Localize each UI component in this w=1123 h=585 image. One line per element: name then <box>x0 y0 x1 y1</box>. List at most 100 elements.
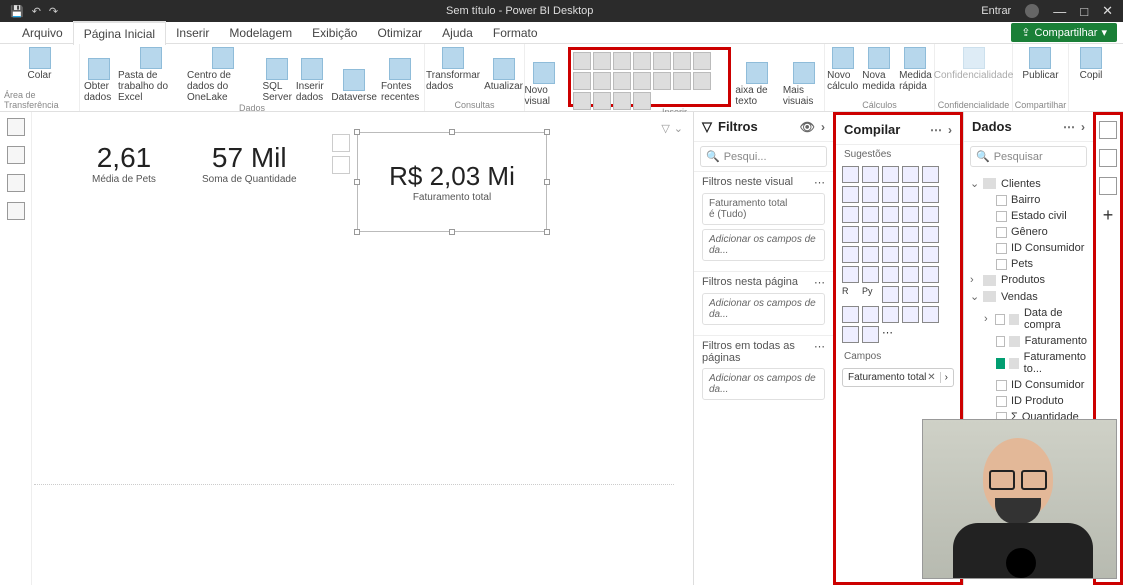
brush-icon[interactable] <box>332 156 350 174</box>
table-icon <box>983 291 996 302</box>
collapse-icon[interactable]: › <box>821 120 825 134</box>
visual-type-grid[interactable]: RPy ⋯ <box>836 162 960 347</box>
quick-measure-button[interactable]: Medida rápida <box>899 47 932 92</box>
table-icon <box>983 275 996 286</box>
close-icon[interactable]: ✕ <box>1102 3 1113 19</box>
more-icon[interactable]: ⋯ <box>814 176 825 189</box>
field-faturamento[interactable]: Faturamento <box>968 333 1089 349</box>
minimize-icon[interactable]: — <box>1053 4 1066 19</box>
eye-icon[interactable]: 👁 <box>800 120 815 134</box>
report-canvas[interactable]: ▽ ⌄ 2,61 Média de Pets 57 Mil Soma de Qu… <box>32 112 693 585</box>
field-well[interactable]: Faturamento total ✕ › <box>842 368 954 387</box>
textbox-button[interactable]: aixa de texto <box>735 62 778 107</box>
table-produtos[interactable]: ›Produtos <box>968 272 1089 288</box>
field-id-consumidor[interactable]: ID Consumidor <box>968 240 1089 256</box>
search-icon: 🔍 <box>976 150 990 163</box>
chart-icon[interactable] <box>332 134 350 152</box>
add-icon[interactable]: + <box>1103 205 1114 226</box>
dropdown-icon[interactable]: ⌄ <box>674 122 683 135</box>
share-button[interactable]: ⇪ Compartilhar ▾ <box>1011 23 1117 42</box>
menu-bar: Arquivo Página Inicial Inserir Modelagem… <box>0 22 1123 44</box>
page-divider <box>34 484 674 485</box>
more-icon[interactable]: ⋯ <box>814 276 825 289</box>
save-icon[interactable]: 💾 <box>10 5 24 18</box>
add-filter-field[interactable]: Adicionar os campos de da... <box>702 229 825 261</box>
more-icon[interactable]: ⋯ <box>814 340 825 364</box>
format-icon[interactable] <box>1099 149 1117 167</box>
analytics-icon[interactable] <box>1099 177 1117 195</box>
kpi1-label: Média de Pets <box>92 174 156 185</box>
kpi1-value: 2,61 <box>92 142 156 174</box>
collapse-icon[interactable]: › <box>1081 120 1085 134</box>
table-icon <box>983 178 996 189</box>
undo-icon[interactable]: ↶ <box>32 5 41 18</box>
sum-icon <box>1009 336 1019 347</box>
collapse-icon[interactable]: › <box>948 123 952 137</box>
publish-button[interactable]: Publicar <box>1022 47 1058 81</box>
tab-exibicao[interactable]: Exibição <box>302 22 367 44</box>
chevron-down-icon: ▾ <box>1101 26 1107 39</box>
filters-pane: ▽ Filtros 👁› 🔍 Pesqui... Filtros neste v… <box>693 112 833 585</box>
enter-data-button[interactable]: Inserir dados <box>296 58 327 103</box>
field-id-produto[interactable]: ID Produto <box>968 393 1089 409</box>
more-visuals-button[interactable]: Mais visuais <box>783 62 825 107</box>
model-view-icon[interactable] <box>7 174 25 192</box>
dax-view-icon[interactable] <box>7 202 25 220</box>
webcam-overlay <box>922 419 1117 579</box>
more-icon[interactable]: ⋯ <box>1063 120 1075 134</box>
field-genero[interactable]: Gênero <box>968 224 1089 240</box>
chevron-right-icon[interactable]: › <box>940 372 948 383</box>
tab-otimizar[interactable]: Otimizar <box>367 22 432 44</box>
redo-icon[interactable]: ↷ <box>49 5 58 18</box>
get-data-button[interactable]: Obter dados <box>84 58 114 103</box>
avatar-icon[interactable] <box>1025 4 1039 18</box>
recent-sources-button[interactable]: Fontes recentes <box>381 58 420 103</box>
new-calc-button[interactable]: Novo cálculo <box>827 47 858 92</box>
data-view-icon[interactable] <box>7 146 25 164</box>
add-filter-field[interactable]: Adicionar os campos de da... <box>702 293 825 325</box>
new-visual-button[interactable]: Novo visual <box>524 62 564 107</box>
visual-gallery[interactable] <box>568 47 731 107</box>
login-link[interactable]: Entrar <box>981 5 1011 17</box>
titlebar: 💾 ↶ ↷ Sem título - Power BI Desktop Entr… <box>0 0 1123 22</box>
onelake-button[interactable]: Centro de dados do OneLake <box>187 47 258 103</box>
date-icon <box>1009 314 1019 325</box>
tab-inserir[interactable]: Inserir <box>166 22 219 44</box>
transform-button[interactable]: Transformar dados <box>426 47 480 92</box>
tab-modelagem[interactable]: Modelagem <box>219 22 302 44</box>
field-faturamento-total[interactable]: Faturamento to... <box>968 349 1089 377</box>
checkbox-checked-icon <box>996 358 1005 369</box>
field-bairro[interactable]: Bairro <box>968 192 1089 208</box>
copilot-button[interactable]: Copil <box>1080 47 1103 81</box>
data-icon[interactable] <box>1099 121 1117 139</box>
tab-ajuda[interactable]: Ajuda <box>432 22 483 44</box>
tab-formato[interactable]: Formato <box>483 22 548 44</box>
remove-icon[interactable]: ✕ <box>927 372 935 383</box>
add-filter-field[interactable]: Adicionar os campos de da... <box>702 368 825 400</box>
new-measure-button[interactable]: Nova medida <box>862 47 895 92</box>
dataverse-button[interactable]: Dataverse <box>331 69 377 103</box>
maximize-icon[interactable]: □ <box>1080 4 1088 19</box>
filters-search[interactable]: 🔍 Pesqui... <box>700 146 827 167</box>
field-id-consumidor-v[interactable]: ID Consumidor <box>968 377 1089 393</box>
excel-button[interactable]: Pasta de trabalho do Excel <box>118 47 183 103</box>
data-search[interactable]: 🔍 Pesquisar <box>970 146 1087 167</box>
field-estado-civil[interactable]: Estado civil <box>968 208 1089 224</box>
tab-arquivo[interactable]: Arquivo <box>12 22 73 44</box>
filter-card[interactable]: Faturamento total é (Tudo) <box>702 193 825 225</box>
tab-pagina-inicial[interactable]: Página Inicial <box>73 21 166 45</box>
sensitivity-button[interactable]: Confidencialidade <box>934 47 1014 81</box>
filter-icon[interactable]: ▽ <box>661 122 669 135</box>
table-clientes[interactable]: ⌄Clientes <box>968 175 1089 192</box>
report-view-icon[interactable] <box>7 118 25 136</box>
sqlserver-button[interactable]: SQL Server <box>262 58 291 103</box>
field-data-compra[interactable]: ›Data de compra <box>968 305 1089 333</box>
filter-icon: ▽ <box>702 119 712 135</box>
paste-button[interactable]: Colar <box>28 47 52 81</box>
visual-action-icons[interactable] <box>332 134 350 174</box>
more-icon[interactable]: ⋯ <box>930 123 942 137</box>
kpi3-value: R$ 2,03 Mi <box>358 161 546 192</box>
refresh-button[interactable]: Atualizar <box>484 58 523 92</box>
field-pets[interactable]: Pets <box>968 256 1089 272</box>
table-vendas[interactable]: ⌄Vendas <box>968 288 1089 305</box>
